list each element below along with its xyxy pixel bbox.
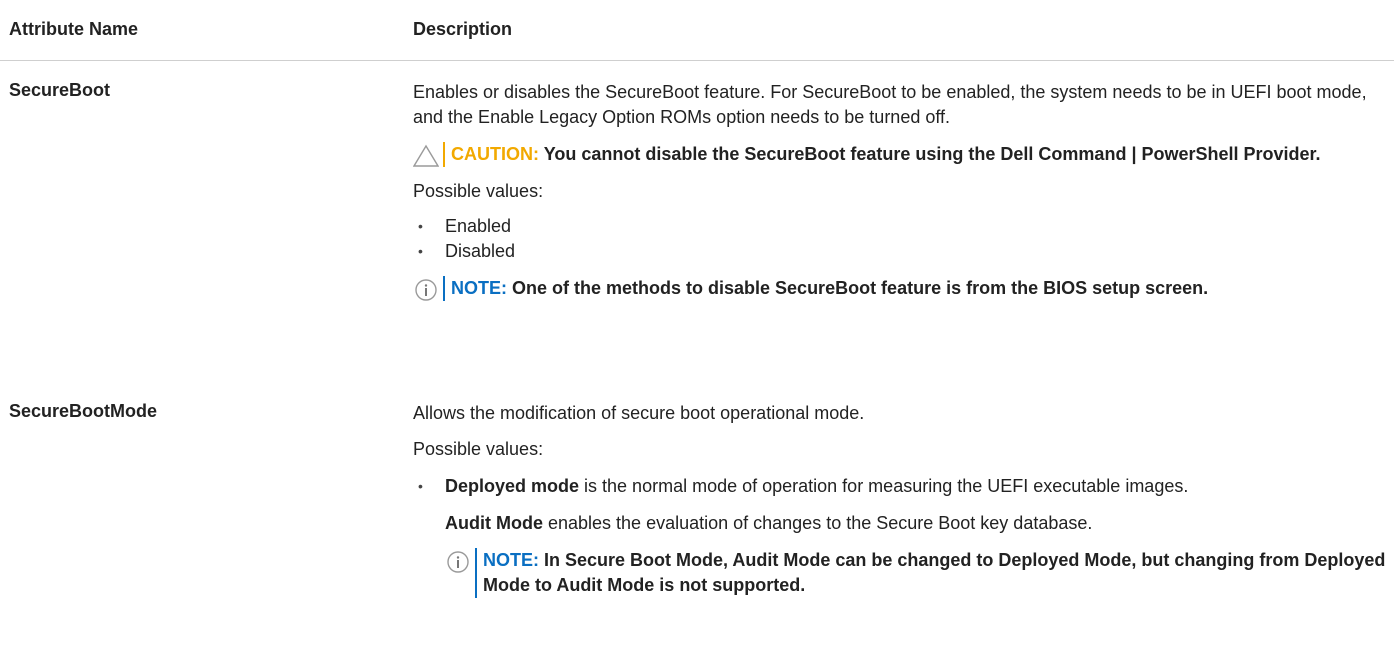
info-circle-icon	[447, 551, 469, 573]
table-row-secureboot: SecureBoot Enables or disables the Secur…	[0, 61, 1394, 387]
attribute-name: SecureBootMode	[9, 401, 158, 421]
audit-mode-desc: enables the evaluation of changes to the…	[542, 513, 1093, 533]
bullet-icon: •	[418, 218, 423, 234]
note-text: NOTE: In Secure Boot Mode, Audit Mode ca…	[483, 548, 1386, 598]
table-header: Attribute Name Description	[0, 0, 1394, 61]
deployed-mode-text: Deployed mode is the normal mode of oper…	[445, 474, 1386, 499]
note-box: NOTE: One of the methods to disable Secu…	[413, 276, 1386, 301]
values-list: • Deployed mode is the normal mode of op…	[413, 474, 1386, 598]
note-text: NOTE: One of the methods to disable Secu…	[451, 276, 1386, 301]
note-bar	[475, 548, 477, 598]
table-row-securebootmode: SecureBootMode Allows the modification o…	[0, 387, 1394, 647]
caution-label: CAUTION:	[451, 144, 539, 164]
description-text: Enables or disables the SecureBoot featu…	[413, 82, 1367, 127]
caution-box: CAUTION: You cannot disable the SecureBo…	[413, 142, 1386, 167]
bullet-icon: •	[418, 478, 423, 494]
value-text: Disabled	[445, 241, 516, 261]
audit-mode-term: Audit Mode	[445, 513, 543, 533]
caution-message: You cannot disable the SecureBoot featur…	[543, 144, 1321, 164]
column-header-description: Description	[413, 19, 513, 39]
column-header-attribute-name: Attribute Name	[9, 19, 139, 39]
attribute-description: Enables or disables the SecureBoot featu…	[413, 80, 1386, 301]
note-label: NOTE:	[483, 550, 539, 570]
list-item: • Enabled	[413, 214, 1386, 239]
warning-triangle-icon	[413, 144, 439, 167]
info-circle-icon	[415, 279, 437, 301]
caution-bar	[443, 142, 445, 167]
note-message: One of the methods to disable SecureBoot…	[512, 278, 1209, 298]
note-box: NOTE: In Secure Boot Mode, Audit Mode ca…	[445, 548, 1386, 598]
note-bar	[443, 276, 445, 301]
audit-mode-text: Audit Mode enables the evaluation of cha…	[445, 511, 1386, 536]
attribute-name: SecureBoot	[9, 80, 111, 100]
attribute-description: Allows the modification of secure boot o…	[413, 401, 1386, 598]
deployed-mode-term: Deployed mode	[445, 476, 580, 496]
value-text: Enabled	[445, 216, 512, 236]
possible-values-label: Possible values:	[413, 181, 544, 201]
deployed-mode-desc: is the normal mode of operation for meas…	[579, 476, 1189, 496]
note-message: In Secure Boot Mode, Audit Mode can be c…	[483, 550, 1386, 595]
bullet-icon: •	[418, 243, 423, 259]
caution-text: CAUTION: You cannot disable the SecureBo…	[451, 142, 1386, 167]
list-item: • Disabled	[413, 239, 1386, 264]
attribute-table: Attribute Name Description SecureBoot En…	[0, 0, 1394, 654]
list-item: • Deployed mode is the normal mode of op…	[413, 474, 1386, 598]
description-text: Allows the modification of secure boot o…	[413, 403, 865, 423]
values-list: • Enabled • Disabled	[413, 214, 1386, 264]
possible-values-label: Possible values:	[413, 439, 544, 459]
note-label: NOTE:	[451, 278, 507, 298]
